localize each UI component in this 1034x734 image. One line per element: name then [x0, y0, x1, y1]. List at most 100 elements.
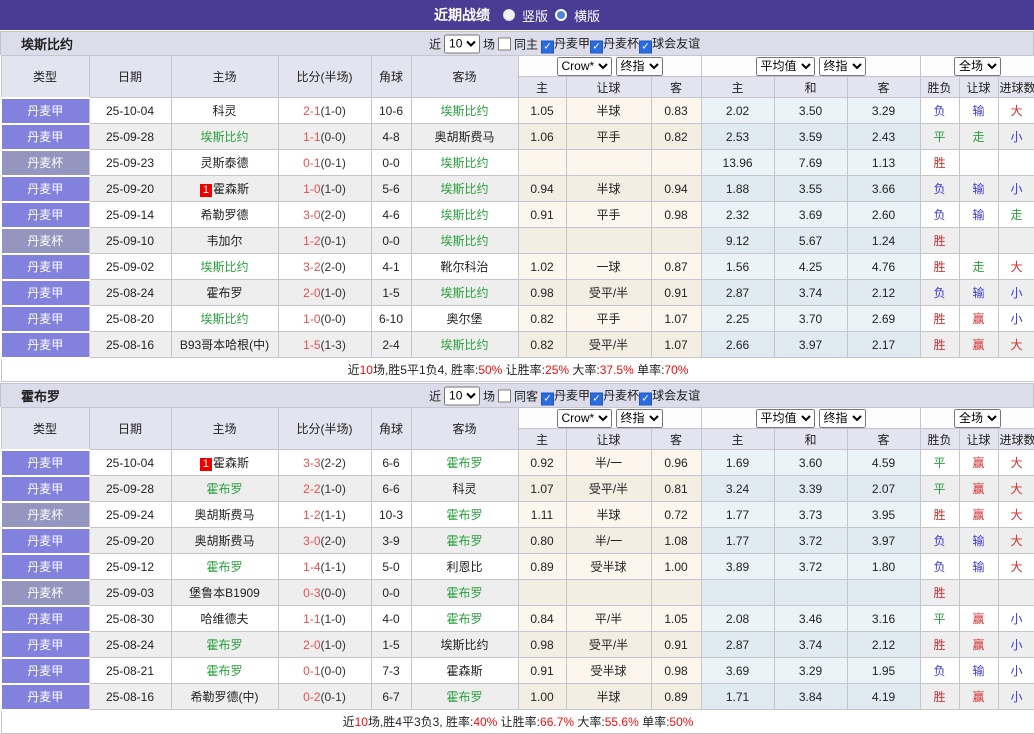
home-team-name: 霍布罗 — [206, 664, 243, 678]
filter-controls: 近 10 场 同客 ✓ 丹麦甲 ✓ 丹麦杯 ✓ 球会友谊 — [429, 386, 700, 405]
half-time-score: (0-0) — [320, 129, 346, 144]
avg-kind-select[interactable]: 终指 — [818, 56, 866, 76]
full-time-score: 1-1 — [303, 611, 321, 626]
score-cell: 1-2(1-1) — [277, 501, 372, 528]
result-cell: 输 — [958, 97, 999, 124]
avg-kind-select[interactable]: 终指 — [818, 408, 866, 428]
odds-kind-select[interactable]: 终指 — [615, 408, 663, 428]
result-cell: 小 — [997, 175, 1034, 202]
games-label: 场 — [483, 37, 496, 51]
half-time-score: (0-0) — [320, 663, 346, 678]
score-cell: 3-2(2-0) — [277, 253, 372, 280]
full-time-score: 1-4 — [303, 559, 321, 574]
sub-column-header: 主 — [700, 428, 775, 450]
sub-column-header: 胜负 — [919, 428, 960, 450]
sub-column-header: 让球 — [565, 428, 652, 450]
half-time-score: (0-0) — [320, 585, 346, 600]
avg-odds-cell: 3.50 — [773, 97, 848, 124]
home-team-name: 霍森斯 — [213, 456, 250, 470]
same-venue-checkbox[interactable] — [498, 389, 512, 402]
radio-vertical-label: 竖版 — [521, 8, 548, 24]
date-cell: 25-10-04 — [88, 449, 172, 476]
odds-kind-select[interactable]: 终指 — [615, 56, 663, 76]
league-cell: 丹麦甲 — [0, 526, 90, 555]
date-cell: 25-08-24 — [88, 631, 172, 658]
half-time-score: (1-0) — [320, 103, 346, 118]
same-venue-checkbox[interactable] — [498, 37, 512, 50]
league-filter-checkbox[interactable]: ✓ — [639, 40, 653, 53]
radio-horizontal[interactable] — [555, 9, 567, 21]
league-filter-checkbox[interactable]: ✓ — [541, 40, 555, 53]
radio-vertical[interactable] — [502, 9, 515, 21]
avg-source-select[interactable]: 平均值 — [755, 56, 815, 76]
odds-company-select[interactable]: Crow* — [556, 408, 612, 428]
handicap-odds-cell: 0.98 — [650, 657, 702, 684]
handicap-odds-cell: 0.89 — [517, 553, 567, 580]
league-filter-checkbox[interactable]: ✓ — [639, 392, 653, 405]
corner-cell: 6-10 — [370, 305, 412, 332]
scope-select[interactable]: 全场 — [954, 56, 1002, 76]
scope-select[interactable]: 全场 — [954, 408, 1002, 428]
league-filter-checkbox[interactable]: ✓ — [590, 392, 604, 405]
avg-odds-cell: 2.12 — [846, 631, 921, 658]
score-cell: 1-2(0-1) — [277, 227, 372, 254]
home-team-name: 霍布罗 — [206, 560, 243, 574]
dropdown-header-cell: 全场 — [919, 407, 1034, 429]
avg-odds-cell: 2.60 — [846, 201, 921, 228]
match-count-select[interactable]: 10 — [444, 34, 481, 53]
league-cell: 丹麦甲 — [0, 278, 90, 307]
date-cell: 25-09-03 — [88, 579, 172, 606]
handicap-odds-cell — [517, 579, 567, 606]
half-time-score: (1-0) — [320, 637, 346, 652]
away-team-name: 埃斯比约 — [440, 156, 489, 170]
home-team-cell: B93哥本哈根(中) — [170, 331, 279, 358]
result-cell: 大 — [997, 553, 1034, 580]
away-team-name: 霍布罗 — [446, 456, 483, 470]
avg-odds-cell: 3.66 — [846, 175, 921, 202]
match-row: 丹麦甲 25-08-30 哈维德夫 1-1(1-0) 4-0 霍布罗 0.84 平/半 1.05… — [0, 604, 1034, 633]
avg-odds-cell: 1.56 — [700, 253, 775, 280]
match-row: 丹麦甲 25-09-20 1 霍森斯 1-0(1-0) 5-6 埃斯比约 0.94 半球 0.94… — [0, 174, 1034, 203]
handicap-odds-cell: 0.96 — [650, 449, 702, 476]
result-cell: 大 — [997, 253, 1034, 280]
home-team-name: 霍森斯 — [213, 182, 250, 196]
corner-cell: 6-6 — [370, 449, 412, 476]
sub-column-header: 让球 — [958, 428, 999, 450]
league-filter-checkbox[interactable]: ✓ — [590, 40, 604, 53]
home-team-cell: 哈维德夫 — [170, 605, 279, 632]
result-cell: 大 — [997, 501, 1034, 528]
full-time-score: 0-1 — [303, 663, 321, 678]
result-cell: 小 — [997, 605, 1034, 632]
summary-row: 近10场,胜5平1负4, 胜率:50% 让胜率:25% 大率:37.5% 单率:… — [0, 357, 1034, 382]
team-filter-bar: 霍布罗 近 10 场 同客 ✓ 丹麦甲 ✓ 丹麦杯 ✓ 球会友谊 — [0, 383, 1034, 407]
handicap-odds-cell: 1.00 — [517, 683, 567, 710]
handicap-odds-cell — [565, 579, 652, 606]
handicap-odds-cell: 0.91 — [517, 657, 567, 684]
home-team-name: 希勒罗德(中) — [190, 690, 259, 704]
full-time-score: 2-0 — [303, 637, 321, 652]
handicap-odds-cell: 0.92 — [517, 449, 567, 476]
avg-odds-cell: 2.07 — [846, 475, 921, 502]
league-filter-checkbox[interactable]: ✓ — [541, 392, 555, 405]
avg-source-select[interactable]: 平均值 — [755, 408, 815, 428]
score-cell: 2-0(1-0) — [277, 279, 372, 306]
handicap-odds-cell: 0.72 — [650, 501, 702, 528]
avg-odds-cell: 3.46 — [773, 605, 848, 632]
half-time-score: (1-0) — [320, 285, 346, 300]
corner-cell: 4-8 — [370, 123, 412, 150]
league-cell: 丹麦杯 — [0, 578, 90, 607]
handicap-odds-cell: 0.98 — [650, 201, 702, 228]
result-cell: 小 — [997, 305, 1034, 332]
score-cell: 1-4(1-1) — [277, 553, 372, 580]
handicap-odds-cell: 1.07 — [650, 305, 702, 332]
home-team-name: 埃斯比约 — [200, 312, 249, 326]
full-time-score: 0-2 — [303, 689, 321, 704]
corner-cell: 0-0 — [370, 227, 412, 254]
handicap-odds-cell: 1.00 — [650, 553, 702, 580]
match-count-select[interactable]: 10 — [444, 386, 481, 405]
home-team-name: 埃斯比约 — [200, 260, 249, 274]
column-header: 角球 — [370, 55, 412, 98]
odds-company-select[interactable]: Crow* — [556, 56, 612, 76]
result-cell: 胜 — [919, 253, 960, 280]
avg-odds-cell: 2.32 — [700, 201, 775, 228]
